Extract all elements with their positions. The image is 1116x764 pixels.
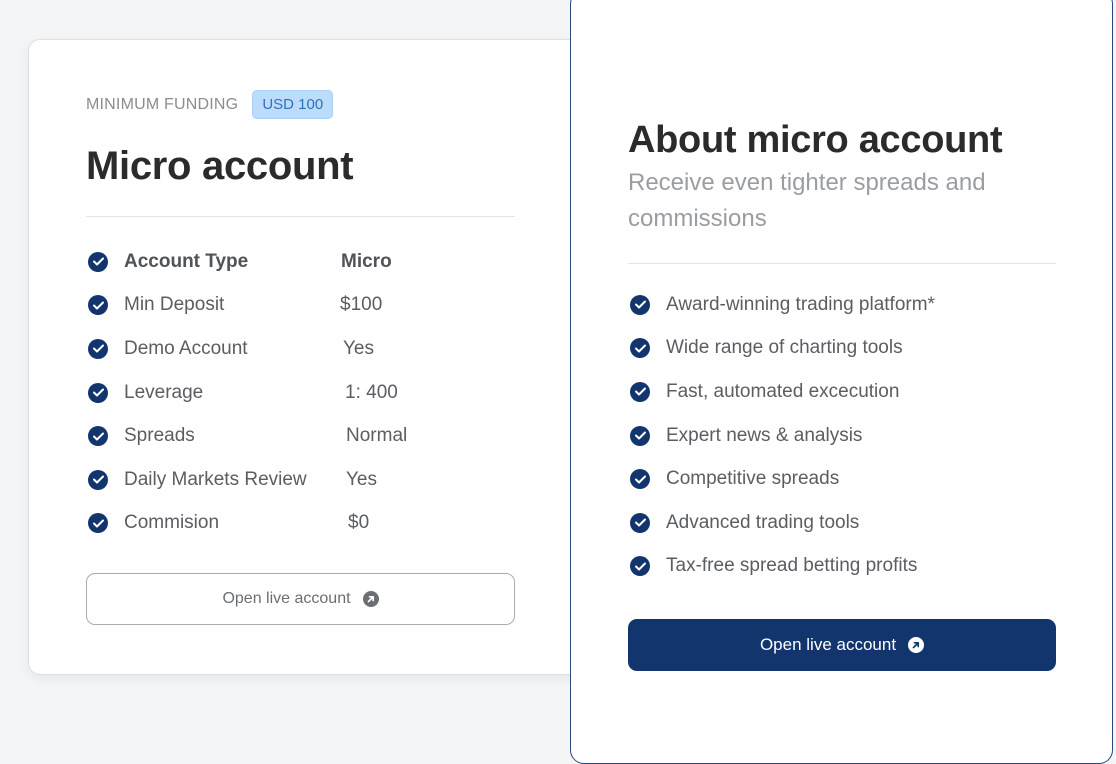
check-circle-icon (630, 381, 650, 402)
open-live-account-primary-button[interactable]: Open live account (628, 619, 1056, 671)
open-live-account-button[interactable]: Open live account (86, 573, 515, 625)
minimum-funding-label: MINIMUM FUNDING (86, 95, 239, 113)
spec-value: $100 (340, 294, 383, 316)
spec-value: $0 (348, 512, 370, 534)
spec-row-commision: Commision $0 (88, 502, 369, 546)
check-circle-icon (88, 338, 108, 359)
divider (86, 216, 515, 217)
micro-account-card: MINIMUM FUNDING USD 100 Micro account Ac… (28, 39, 648, 675)
about-micro-account-card: About micro account Receive even tighter… (570, 0, 1113, 764)
micro-account-title: Micro account (86, 144, 354, 188)
spec-label: Spreads (124, 425, 195, 447)
feature-label: Tax-free spread betting profits (666, 555, 918, 577)
spec-label: Account Type (124, 250, 249, 272)
spec-row-spreads: Spreads Normal (88, 414, 407, 458)
spec-row-demo-account: Demo Account Yes (88, 327, 374, 371)
spec-value: Yes (343, 337, 374, 359)
spec-value: 1: 400 (345, 381, 398, 403)
check-circle-icon (630, 469, 650, 490)
feature-item: Tax-free spread betting profits (630, 545, 935, 589)
spec-row-leverage: Leverage 1: 400 (88, 371, 398, 415)
divider (628, 263, 1056, 264)
check-circle-icon (88, 513, 108, 534)
check-circle-icon (88, 469, 108, 490)
spec-row-daily-markets-review: Daily Markets Review Yes (88, 458, 377, 502)
spec-label: Daily Markets Review (124, 468, 307, 490)
check-circle-icon (88, 382, 108, 403)
account-spec-list: Account Type Micro Min Deposit $100 Demo… (88, 240, 407, 546)
check-circle-icon (88, 426, 108, 447)
check-circle-icon (630, 338, 650, 359)
spec-label: Min Deposit (124, 294, 225, 316)
about-title: About micro account (628, 119, 1003, 161)
feature-label: Wide range of charting tools (666, 337, 903, 359)
feature-list: Award-winning trading platform* Wide ran… (630, 283, 935, 588)
funding-badge: USD 100 (252, 90, 334, 119)
check-circle-icon (88, 295, 108, 316)
spec-value: Normal (346, 425, 408, 447)
feature-item: Award-winning trading platform* (630, 283, 935, 327)
check-circle-icon (630, 512, 650, 533)
arrow-up-right-circle-icon (908, 637, 925, 653)
check-circle-icon (630, 556, 650, 577)
spec-row-account-type: Account Type Micro (88, 240, 392, 284)
feature-item: Expert news & analysis (630, 414, 935, 458)
minimum-funding-row: MINIMUM FUNDING USD 100 (86, 90, 334, 119)
spec-label: Demo Account (124, 337, 248, 359)
spec-label: Commision (124, 512, 220, 534)
feature-label: Award-winning trading platform* (666, 293, 935, 315)
spec-label: Leverage (124, 381, 204, 403)
spec-value: Micro (341, 250, 392, 272)
arrow-up-right-circle-icon (362, 591, 379, 607)
feature-label: Fast, automated excecution (666, 380, 900, 402)
open-live-account-label: Open live account (222, 590, 351, 607)
check-circle-icon (630, 425, 650, 446)
spec-value: Yes (346, 468, 377, 490)
feature-item: Fast, automated excecution (630, 370, 935, 414)
about-subtitle: Receive even tighter spreads and commiss… (628, 169, 986, 232)
check-circle-icon (630, 294, 650, 315)
feature-item: Competitive spreads (630, 457, 935, 501)
feature-item: Wide range of charting tools (630, 327, 935, 371)
feature-item: Advanced trading tools (630, 501, 935, 545)
feature-label: Competitive spreads (666, 468, 840, 490)
feature-label: Expert news & analysis (666, 424, 863, 446)
feature-label: Advanced trading tools (666, 511, 860, 533)
check-circle-icon (88, 251, 108, 272)
spec-row-min-deposit: Min Deposit $100 (88, 284, 382, 328)
open-live-account-label: Open live account (759, 635, 897, 654)
